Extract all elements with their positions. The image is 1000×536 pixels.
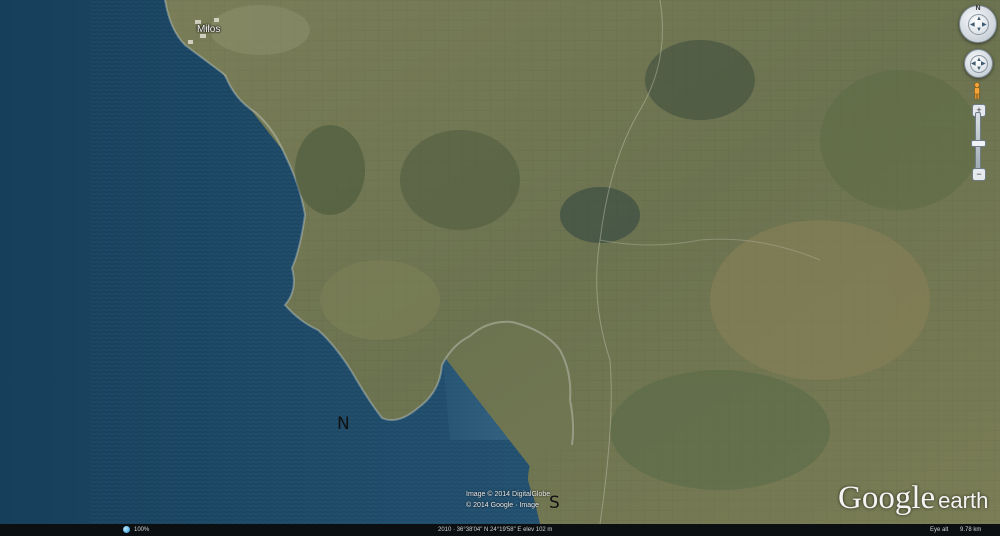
zoom-out-button[interactable]: − [972, 168, 986, 181]
pegman-icon[interactable] [973, 82, 981, 100]
map-viewport[interactable]: Milos N S Image © 2014 DigitalGlobe © 20… [0, 0, 1000, 524]
google-earth-logo: Google earth [838, 480, 988, 517]
streaming-globe-icon [123, 526, 130, 533]
imagery-attribution: Image © 2014 DigitalGlobe © 2014 Google … [466, 489, 550, 511]
eye-alt-label: Eye alt [930, 527, 949, 533]
zoom-slider-handle[interactable] [971, 140, 986, 147]
pointer-coordinates: 2010 · 36°38'04" N 24°19'58" E elev 102 … [438, 527, 553, 533]
marker-letter-n[interactable]: N [337, 414, 350, 434]
north-indicator[interactable]: N [975, 5, 980, 12]
eye-alt-value: 9.78 km [960, 527, 982, 533]
look-joystick[interactable]: ▲ ▼ ◀ ▶ [968, 14, 989, 35]
look-compass-icon[interactable]: N ▲ ▼ ◀ ▶ [959, 5, 997, 43]
brand-earth: earth [938, 488, 989, 513]
attribution-line-1: Image © 2014 DigitalGlobe [466, 491, 551, 498]
marker-letter-s[interactable]: S [549, 493, 560, 513]
satellite-imagery[interactable] [0, 0, 1000, 524]
place-label[interactable]: Milos [197, 24, 220, 35]
status-bar: 100% 2010 · 36°38'04" N 24°19'58" E elev… [0, 524, 1000, 536]
brand-google: Google [838, 480, 936, 516]
move-joystick-icon[interactable]: ▲ ▼ ◀ ▶ [964, 49, 993, 78]
streaming-progress: 100% [134, 527, 150, 533]
attribution-line-2: © 2014 Google · Image [466, 502, 539, 509]
